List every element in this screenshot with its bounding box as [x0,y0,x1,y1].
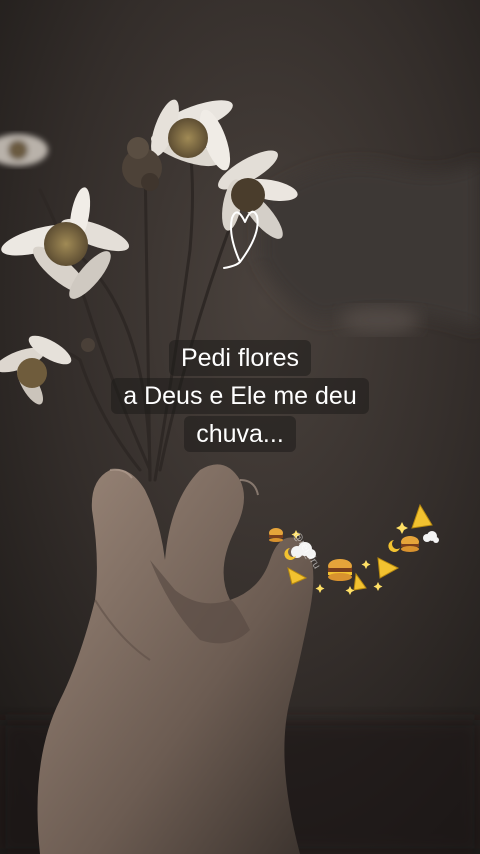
caption-overlay: Pedi flores a Deus e Ele me deu chuva... [0,340,480,452]
blurred-rock [340,306,420,334]
cheeseburger-icon [269,528,283,542]
cheeseburger-icon [401,536,419,552]
video-frame: @rei_fru Pedi flores a Deus e Ele me deu… [0,0,480,854]
caption-line: Pedi flores [168,340,312,376]
caption-line: a Deus e Ele me deu [111,378,369,414]
cheeseburger-icon [328,559,352,581]
caption-line: chuva... [184,416,296,452]
